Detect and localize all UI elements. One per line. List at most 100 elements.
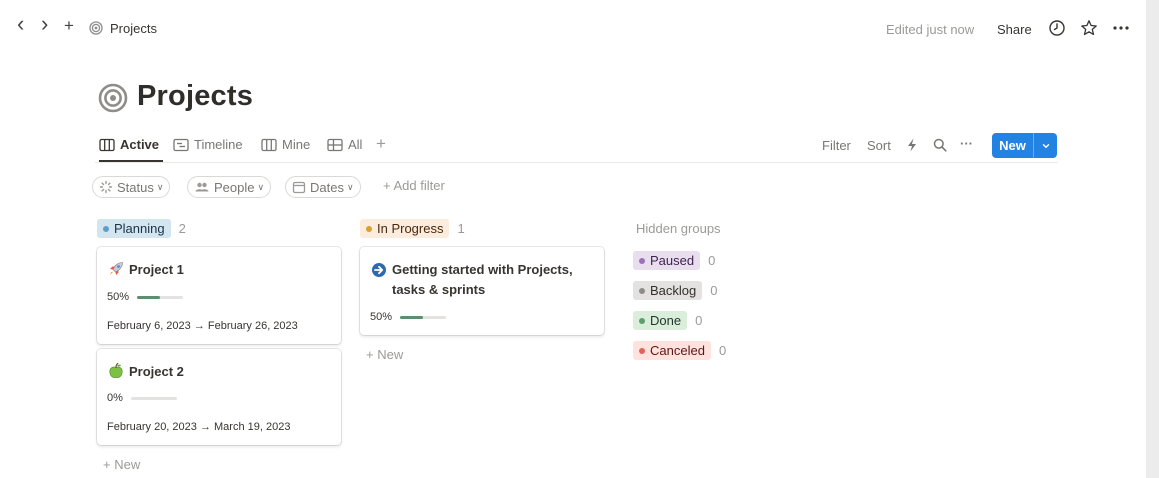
progress-bar (130, 396, 177, 400)
done-status-pill: Done (633, 311, 688, 330)
progress-row: 50% (370, 311, 447, 323)
hidden-group-name: Paused (650, 253, 695, 268)
status-dot (366, 225, 372, 232)
hidden-group-count: 0 (708, 253, 716, 268)
tab-label: Timeline (194, 137, 243, 152)
new-card-button-in-progress[interactable]: + New (366, 347, 403, 362)
card-title-line-2: tasks & sprints (392, 282, 486, 297)
card-title: Project 1 (129, 262, 184, 277)
add-filter-button[interactable]: + Add filter (383, 178, 445, 193)
progress-bar (400, 315, 447, 319)
group-header-planning[interactable]: Planning 2 (97, 219, 186, 238)
group-count: 2 (178, 221, 186, 236)
hidden-group-name: Canceled (650, 343, 705, 358)
progress-row: 0% (107, 392, 177, 404)
tabs-divider (95, 162, 1058, 163)
tab-mine[interactable]: Mine (261, 137, 310, 152)
dates-filter-chip[interactable]: Dates ∨ (285, 176, 361, 198)
top-bar: ‹ › + Projects Edited just now Share (0, 0, 1146, 58)
group-name: Planning (114, 221, 165, 236)
progress-bar (137, 295, 184, 299)
progress-fill (137, 295, 161, 299)
group-header-in-progress[interactable]: In Progress 1 (360, 219, 465, 238)
filter-button[interactable]: Filter (822, 138, 851, 153)
lightning-icon[interactable] (904, 137, 920, 153)
progress-label: 50% (107, 291, 130, 303)
star-icon[interactable] (1080, 19, 1098, 37)
search-icon[interactable] (932, 137, 948, 153)
breadcrumb[interactable]: Projects (110, 21, 157, 36)
people-icon (195, 182, 209, 192)
more-icon[interactable] (1112, 19, 1130, 37)
dates-filter-label: Dates (310, 179, 344, 195)
rocket-icon (110, 262, 123, 275)
backlog-status-pill: Backlog (633, 281, 703, 300)
target-icon[interactable] (98, 83, 128, 113)
card-title: Getting started with Projects, (392, 262, 573, 277)
group-name: In Progress (377, 221, 444, 236)
status-dot (639, 317, 645, 324)
forward-button[interactable]: › (41, 13, 48, 35)
add-view-button[interactable]: + (376, 134, 386, 154)
back-button[interactable]: ‹ (17, 13, 24, 35)
new-page-button[interactable]: + (64, 16, 74, 36)
status-filter-label: Status (117, 179, 154, 195)
hidden-group-count: 0 (695, 313, 703, 328)
paused-status-pill: Paused (633, 251, 701, 270)
hidden-group-count: 0 (718, 343, 727, 358)
target-icon (89, 21, 103, 35)
status-filter-chip[interactable]: Status ∨ (92, 176, 171, 198)
people-filter-chip[interactable]: People ∨ (187, 176, 272, 198)
status-dot (639, 257, 645, 264)
tab-timeline[interactable]: Timeline (173, 137, 243, 152)
tab-all[interactable]: All (327, 137, 362, 152)
new-button[interactable]: New (992, 133, 1057, 158)
card-project-1[interactable]: Project 1 50% February 6, 2023 → Februar… (97, 247, 341, 344)
hidden-group-done[interactable]: Done 0 (633, 311, 702, 330)
table-icon (327, 138, 343, 151)
canceled-status-pill: Canceled (633, 341, 711, 360)
board-icon (261, 138, 277, 151)
board-icon (99, 138, 115, 151)
tab-label: All (348, 137, 363, 152)
hidden-group-canceled[interactable]: Canceled 0 (633, 341, 726, 360)
arrow-circle-right-icon (372, 263, 386, 277)
hidden-group-backlog[interactable]: Backlog 0 (633, 281, 717, 300)
tab-label: Active (120, 137, 160, 152)
hidden-group-name: Backlog (650, 283, 697, 298)
clock-icon[interactable] (1048, 19, 1066, 37)
in-progress-status-pill: In Progress (360, 219, 450, 238)
green-apple-icon (109, 362, 123, 378)
share-button[interactable]: Share (997, 22, 1032, 37)
card-dates: February 6, 2023 → February 26, 2023 (107, 320, 298, 332)
people-filter-label: People (214, 179, 255, 195)
new-button-label: New (999, 138, 1026, 153)
page-title[interactable]: Projects (137, 80, 253, 113)
chevron-down-icon[interactable] (1034, 141, 1057, 151)
tab-label: Mine (282, 137, 311, 152)
card-project-2[interactable]: Project 2 0% February 20, 2023 → March 1… (97, 349, 341, 445)
hidden-groups-label: Hidden groups (636, 221, 721, 236)
status-icon (99, 180, 113, 194)
tab-active[interactable]: Active (99, 137, 159, 152)
card-dates: February 20, 2023 → March 19, 2023 (107, 421, 291, 433)
status-dot (639, 347, 645, 354)
window-edge (1146, 0, 1159, 478)
status-dot (103, 225, 109, 232)
chevron-down-icon: ∨ (257, 181, 265, 192)
chevron-down-icon: ∨ (346, 181, 354, 192)
group-count: 1 (457, 221, 465, 236)
progress-label: 0% (107, 392, 123, 404)
card-title: Project 2 (129, 364, 184, 379)
hidden-group-paused[interactable]: Paused 0 (633, 251, 715, 270)
status-dot (639, 287, 645, 294)
sort-button[interactable]: Sort (867, 138, 891, 153)
card-getting-started[interactable]: Getting started with Projects, tasks & s… (360, 247, 604, 335)
progress-label: 50% (370, 311, 393, 323)
new-card-button-planning[interactable]: + New (103, 457, 140, 472)
more-options-button[interactable]: ··· (960, 136, 973, 151)
edited-status: Edited just now (886, 22, 975, 37)
chevron-down-icon: ∨ (156, 181, 164, 192)
timeline-icon (173, 138, 189, 151)
progress-fill (400, 315, 424, 319)
